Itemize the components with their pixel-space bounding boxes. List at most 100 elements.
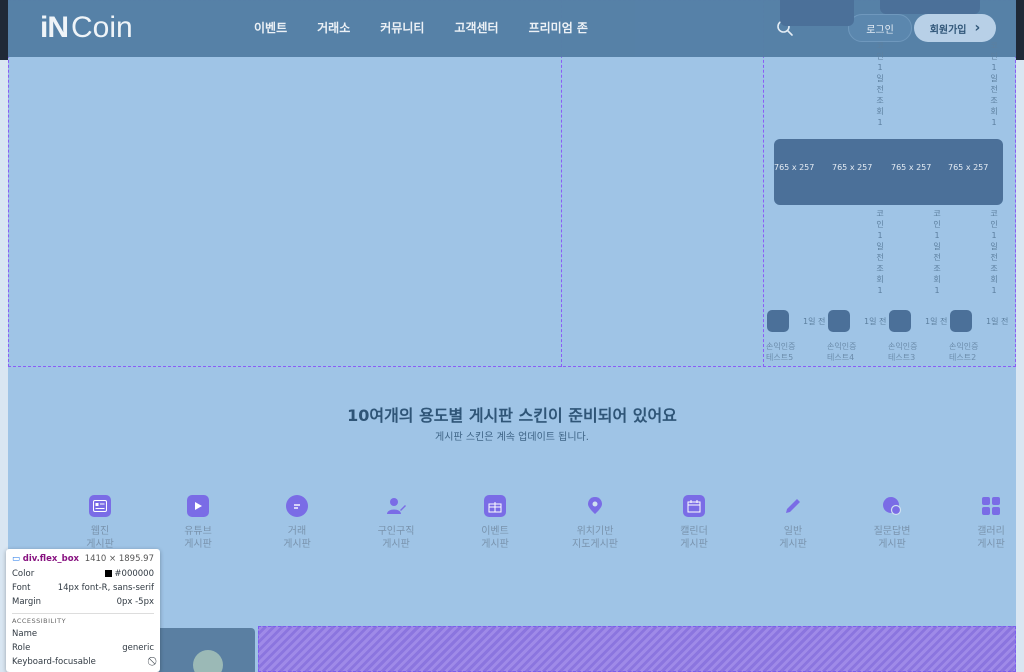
user-edit-icon <box>385 495 407 517</box>
board-skin-list: 웹진 게시판 유튜브 게시판 거래 게시판 구인구직 게시판 이벤트 게시판 위… <box>50 495 1016 565</box>
board-skin-label: 게시판 <box>481 539 509 550</box>
board-skin-map[interactable]: 위치기반 지도게시판 <box>545 495 645 551</box>
banner-size-label: 765 x 257 <box>948 163 989 172</box>
caption-line: 테스트2 <box>949 353 977 362</box>
board-skin-calendar[interactable]: 캘린더 게시판 <box>644 495 744 551</box>
board-skin-label: 캘린더 <box>680 526 708 537</box>
board-skin-label: 위치기반 <box>576 526 614 537</box>
board-skin-label: 지도게시판 <box>572 539 618 550</box>
board-skin-label: 갤러리 <box>977 526 1005 537</box>
caption-line: 테스트5 <box>766 353 794 362</box>
gallery-item-date: 1일 전 <box>986 317 1009 326</box>
grid-icon <box>980 495 1002 517</box>
board-skin-label: 게시판 <box>382 539 410 550</box>
board-skin-label: 웹진 <box>90 526 110 537</box>
gallery-item-caption[interactable]: 손익인증 테스트5 <box>766 341 795 363</box>
gallery-item-caption[interactable]: 손익인증 테스트3 <box>888 341 917 363</box>
gallery-item-caption[interactable]: 손익인증 테스트2 <box>949 341 978 363</box>
tooltip-selector: div.flex_box <box>22 554 80 564</box>
board-skin-label: 게시판 <box>184 539 212 550</box>
banner-size-label: 765 x 257 <box>891 163 932 172</box>
board-skin-jobs[interactable]: 구인구직 게시판 <box>346 495 446 551</box>
banner-size-label: 765 x 257 <box>774 163 815 172</box>
board-skin-webzine[interactable]: 웹진 게시판 <box>50 495 150 551</box>
login-button[interactable]: 로그인 <box>848 14 912 42</box>
youtube-icon <box>187 495 209 517</box>
tooltip-name-label: Name <box>12 629 38 639</box>
board-skin-label: 거래 <box>287 526 307 537</box>
page-edge-left <box>0 0 8 60</box>
tooltip-role-label: Role <box>12 643 31 653</box>
gallery-vertical-text: 코인 1일전 조회 1 <box>876 209 884 295</box>
chat-icon <box>286 495 308 517</box>
tooltip-margin-value: 0px -5px <box>116 597 154 607</box>
board-skin-qna[interactable]: 질문답변 게시판 <box>842 495 942 551</box>
tooltip-color-label: Color <box>12 569 35 579</box>
signup-button-label: 회원가입 <box>929 24 967 36</box>
nav-item-support[interactable]: 고객센터 <box>454 19 498 36</box>
board-skin-label: 게시판 <box>977 539 1005 550</box>
board-skin-label: 일반 <box>783 526 803 537</box>
nav-item-exchange[interactable]: 거래소 <box>317 19 350 36</box>
tooltip-margin-label: Margin <box>12 597 42 607</box>
webzine-icon <box>89 495 111 517</box>
gallery-banner-strip[interactable] <box>774 139 1003 205</box>
nav-item-premium[interactable]: 프리미엄 존 <box>529 19 588 36</box>
caption-line: 테스트3 <box>888 353 916 362</box>
caption-line: 테스트4 <box>827 353 855 362</box>
gallery-thumb-top[interactable] <box>780 0 854 26</box>
gallery-item-thumb[interactable] <box>767 310 789 332</box>
gallery-item-thumb[interactable] <box>828 310 850 332</box>
devtools-inspect-tooltip: ▭ div.flex_box 1410 × 1895.97 Color #000… <box>6 549 160 672</box>
board-skin-label: 게시판 <box>283 539 311 550</box>
tooltip-font-label: Font <box>12 583 31 593</box>
gallery-vertical-text: 코인 1일전 조회 1 <box>876 41 884 127</box>
nav-item-event[interactable]: 이벤트 <box>254 19 287 36</box>
banner-size-label: 765 x 257 <box>832 163 873 172</box>
tooltip-dimensions: 1410 × 1895.97 <box>84 554 154 564</box>
caption-line: 손익인증 <box>766 342 796 351</box>
board-skin-general[interactable]: 일반 게시판 <box>743 495 843 551</box>
board-skin-label: 질문답변 <box>873 526 911 537</box>
gallery-item-thumb[interactable] <box>889 310 911 332</box>
logo-mark: iN <box>40 11 69 44</box>
devtools-margin-hatch <box>258 626 1016 672</box>
tooltip-role-value: generic <box>122 643 154 653</box>
board-skin-trade[interactable]: 거래 게시판 <box>247 495 347 551</box>
board-skin-youtube[interactable]: 유튜브 게시판 <box>148 495 248 551</box>
map-pin-icon <box>584 495 606 517</box>
section-subtitle: 게시판 스킨은 계속 업데이트 됩니다. <box>435 432 589 443</box>
gift-icon <box>484 495 506 517</box>
site-logo[interactable]: iN Coin <box>40 10 133 46</box>
color-swatch <box>105 570 113 577</box>
chevron-right-icon: › <box>974 20 981 36</box>
question-icon <box>881 495 903 517</box>
caption-line: 손익인증 <box>888 342 918 351</box>
gallery-item-date: 1일 전 <box>925 317 948 326</box>
section-title: 10여개의 용도별 게시판 스킨이 준비되어 있어요 <box>347 406 677 425</box>
board-skin-gallery[interactable]: 갤러리 게시판 <box>941 495 1024 551</box>
signup-button[interactable]: 회원가입 › <box>914 14 996 42</box>
logo-wordmark: Coin <box>71 11 133 44</box>
site-header: iN Coin 이벤트 거래소 커뮤니티 고객센터 프리미엄 존 로그인 회원가… <box>8 0 1016 57</box>
board-skin-label: 게시판 <box>878 539 906 550</box>
tooltip-font-value: 14px font-R, sans-serif <box>57 583 154 593</box>
gallery-item-date: 1일 전 <box>803 317 826 326</box>
page: iN Coin 이벤트 거래소 커뮤니티 고객센터 프리미엄 존 로그인 회원가… <box>0 0 1024 672</box>
pencil-icon <box>782 495 804 517</box>
gallery-vertical-text: 코인 1일전 조회 1 <box>933 209 941 295</box>
caption-line: 손익인증 <box>827 342 857 351</box>
board-skin-label: 구인구직 <box>377 526 415 537</box>
nav-item-community[interactable]: 커뮤니티 <box>380 19 424 36</box>
tooltip-focusable-label: Keyboard-focusable <box>12 657 96 667</box>
gallery-vertical-text: 코인 1일전 조회 1 <box>990 41 998 127</box>
gallery-thumb-top-2[interactable] <box>880 0 980 14</box>
gallery-item-thumb[interactable] <box>950 310 972 332</box>
bottom-card-image <box>193 650 223 672</box>
board-skin-event[interactable]: 이벤트 게시판 <box>445 495 545 551</box>
calendar-icon <box>683 495 705 517</box>
gallery-item-caption[interactable]: 손익인증 테스트4 <box>827 341 856 363</box>
tooltip-color-value: #000000 <box>114 569 154 579</box>
board-skin-label: 게시판 <box>779 539 807 550</box>
board-skin-label: 게시판 <box>680 539 708 550</box>
